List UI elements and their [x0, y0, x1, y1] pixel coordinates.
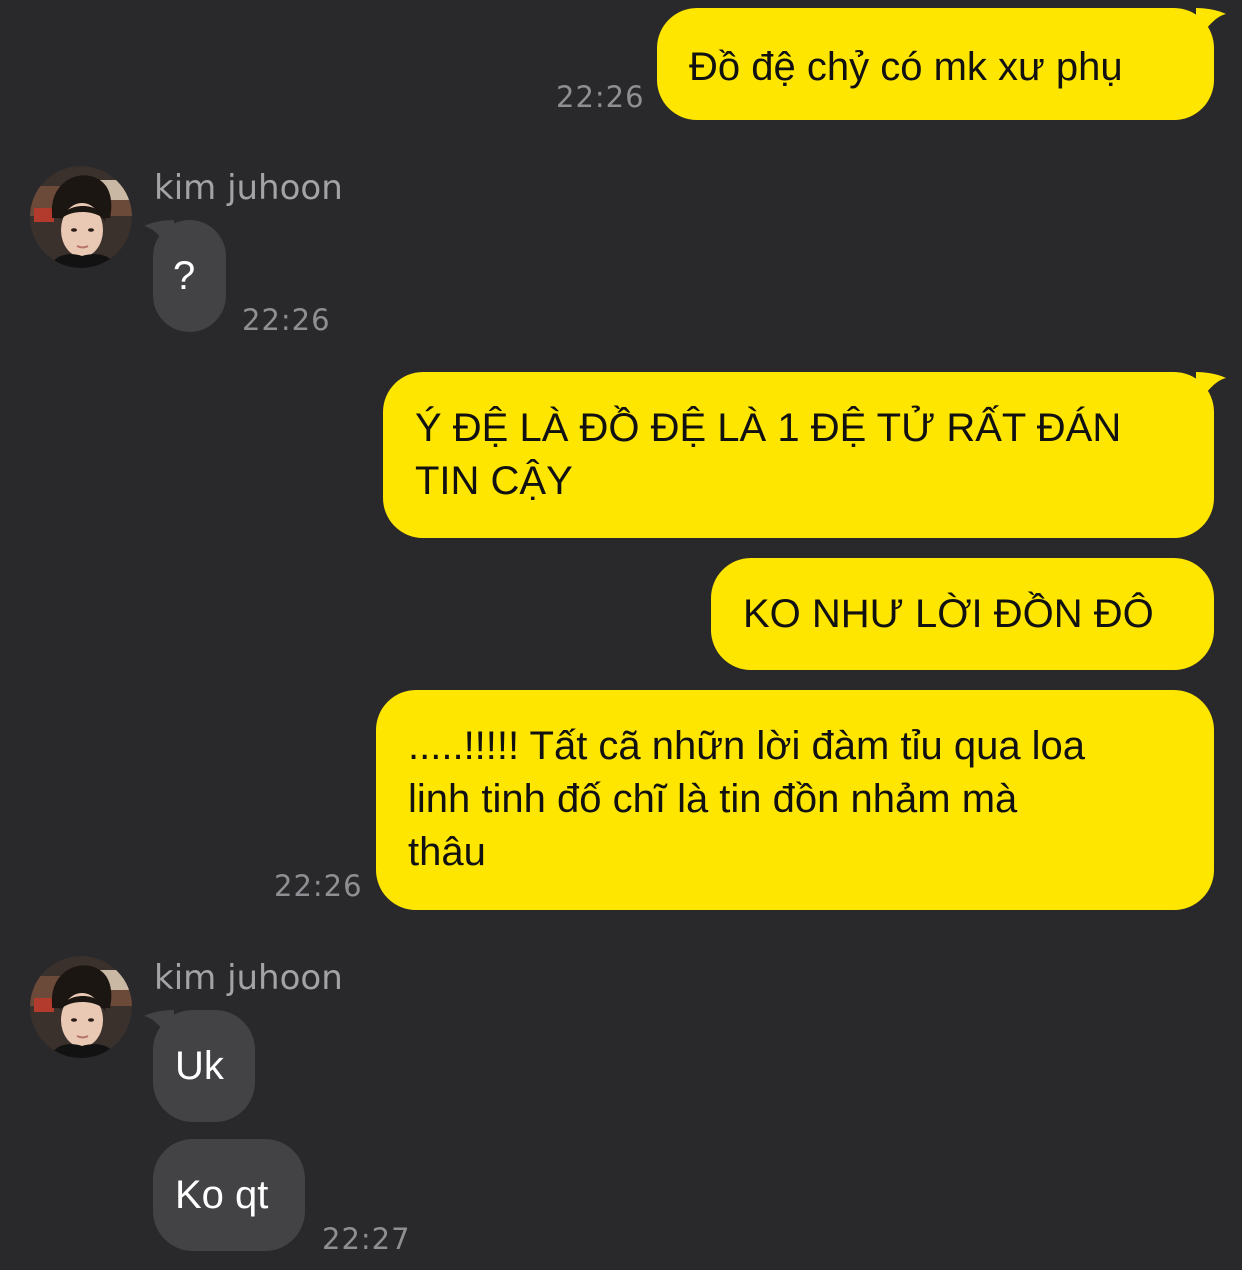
outgoing-message-bubble[interactable]: Ý ĐỆ LÀ ĐỒ ĐỆ LÀ 1 ĐỆ TỬ RẤT ĐÁN TIN CẬY	[383, 372, 1214, 538]
message-text-line: TIN CẬY	[415, 459, 573, 503]
incoming-message-bubble[interactable]: Ko qt	[153, 1139, 305, 1251]
outgoing-message-bubble[interactable]: .....!!!!! Tất cã nhữn lời đàm tỉu qua l…	[376, 690, 1214, 910]
outgoing-message-bubble[interactable]: KO NHƯ LỜI ĐỒN ĐÔ	[711, 558, 1214, 670]
avatar[interactable]	[30, 166, 132, 268]
message-text: Uk	[175, 1044, 224, 1088]
bubble-tail-icon	[1196, 372, 1226, 406]
bubble-tail-icon	[1196, 8, 1226, 42]
sender-name: kim juhoon	[154, 168, 343, 208]
sender-name: kim juhoon	[154, 958, 343, 998]
outgoing-message-bubble[interactable]: Đồ đệ chỷ có mk xư phụ	[657, 8, 1214, 120]
message-text: ?	[173, 254, 196, 298]
message-text-line: Ý ĐỆ LÀ ĐỒ ĐỆ LÀ 1 ĐỆ TỬ RẤT ĐÁN	[415, 406, 1122, 450]
message-text: Đồ đệ chỷ có mk xư phụ	[689, 45, 1123, 89]
chat-thread[interactable]: 22:26 Đồ đệ chỷ có mk xư phụ kim juhoon …	[0, 0, 1242, 1270]
message-timestamp: 22:26	[274, 869, 363, 903]
profile-photo-icon	[30, 166, 132, 268]
message-timestamp: 22:27	[322, 1222, 411, 1256]
message-timestamp: 22:26	[556, 80, 645, 114]
avatar[interactable]	[30, 956, 132, 1058]
message-text-line: linh tinh đố chĩ là tin đồn nhảm mà	[408, 777, 1018, 821]
message-text: KO NHƯ LỜI ĐỒN ĐÔ	[743, 592, 1154, 636]
profile-photo-icon	[30, 956, 132, 1058]
incoming-message-bubble[interactable]: ?	[153, 220, 226, 332]
message-timestamp: 22:26	[242, 303, 331, 337]
message-text: Ko qt	[175, 1173, 269, 1217]
message-text-line: .....!!!!! Tất cã nhữn lời đàm tỉu qua l…	[408, 724, 1086, 768]
incoming-message-bubble[interactable]: Uk	[153, 1010, 255, 1122]
message-text-line: thâu	[408, 830, 486, 874]
